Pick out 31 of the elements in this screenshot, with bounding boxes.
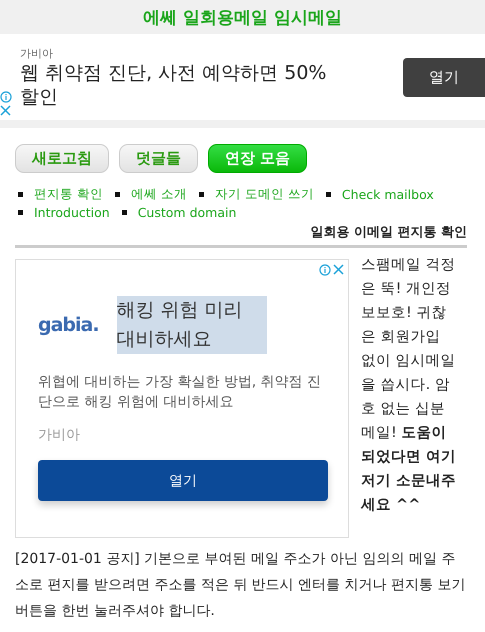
- section-title: 일회용 이메일 편지통 확인: [15, 223, 467, 248]
- nav-link[interactable]: 자기 도메인 쓰기: [214, 186, 314, 203]
- ad-headline: 웹 취약점 진단, 사전 예약하면 50% 할인: [20, 60, 328, 108]
- bullet-icon: [122, 210, 127, 215]
- advertiser-name: 가비아: [38, 426, 81, 444]
- bullet-icon: [326, 192, 331, 197]
- nav-button[interactable]: 덧글들: [119, 144, 198, 173]
- info-icon[interactable]: [319, 264, 331, 276]
- nav-link[interactable]: 에쎄 소개: [130, 186, 187, 203]
- bullet-icon: [198, 192, 204, 197]
- ad-description: 위협에 대비하는 가장 확실한 방법, 취약점 진단으로 해킹 위험에 대비하세요: [38, 373, 322, 412]
- nav-button[interactable]: 새로고침: [15, 144, 109, 173]
- nav-link[interactable]: 편지통 확인: [34, 186, 103, 203]
- ad-headline: 해킹 위험 미리 대비하세요: [116, 296, 267, 354]
- info-icon[interactable]: [0, 91, 12, 103]
- nav-button[interactable]: 연장 모음: [208, 144, 308, 173]
- close-icon[interactable]: [0, 105, 11, 116]
- nav-link[interactable]: Custom domain: [138, 205, 236, 220]
- logo: gabia.: [38, 314, 99, 336]
- bullet-icon: [18, 192, 23, 197]
- nav-link[interactable]: Introduction: [34, 205, 110, 220]
- bullet-icon: [18, 210, 23, 215]
- open-button[interactable]: 열기: [403, 58, 485, 96]
- bullet-icon: [114, 192, 120, 197]
- nav-link[interactable]: Check mailbox: [342, 187, 434, 202]
- close-icon[interactable]: [333, 264, 344, 275]
- side-note: 스팸메일 걱정은 뚝! 개인정보보호! 귀찮은 회원가입 없이 임시메일을 씁시다. 암호 없는 십분메일! 도움이 되었다면 여기저기 소문내주세요 ^^: [361, 256, 457, 515]
- open-button[interactable]: 열기: [38, 460, 328, 501]
- advertiser-name: 가비아: [20, 46, 54, 60]
- notice-text: [2017-01-01 공지] 기본으로 부여된 메일 주소가 아닌 임의의 메일 주소로 편지를 받으려면 주소를 적은 뒤 반드시 엔터를 치거나 편지통 보기 버튼을 한번 눌러주셔야 합니다.: [15, 550, 467, 621]
- site-title: 에쎄 일회용메일 임시메일: [143, 6, 342, 28]
